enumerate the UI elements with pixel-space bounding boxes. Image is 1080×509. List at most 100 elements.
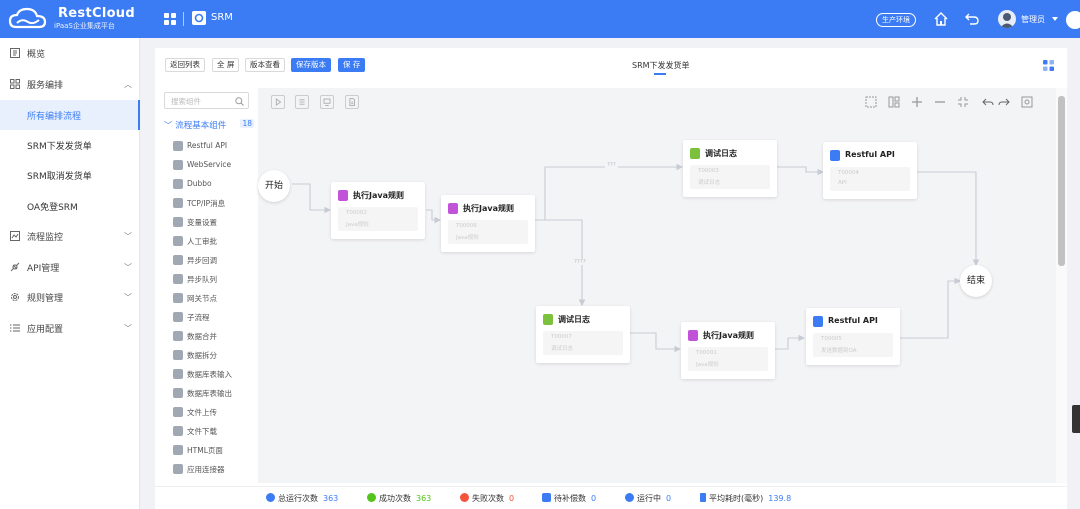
palette-item-html[interactable]: HTML页面 (173, 444, 253, 458)
component-group-count: 18 (240, 119, 254, 128)
node-title: 执行Java规则 (703, 331, 754, 340)
sidebar-item-overview[interactable]: 概览 (0, 38, 140, 68)
home-icon[interactable] (933, 11, 949, 27)
monitor-icon (10, 231, 20, 241)
sidebar-sub-item-srm-cancel[interactable]: SRM取消发货单 (0, 160, 140, 190)
total-runs-icon (266, 493, 275, 502)
connector-icon (173, 464, 183, 474)
sidebar-sub-item-label: SRM下发发货单 (27, 142, 92, 152)
flow-node-java-rule[interactable]: 执行Java规则 T00006 Java规则 (441, 195, 535, 252)
palette-item-variable[interactable]: 变量设置 (173, 216, 253, 230)
connector-line (534, 163, 684, 221)
sidebar-item-label: API管理 (27, 264, 60, 274)
palette-item-subflow[interactable]: 子流程 (173, 311, 253, 325)
flow-node-java-rule[interactable]: 执行Java规则 T00002 Java规则 (331, 182, 425, 239)
avatar[interactable] (998, 10, 1016, 28)
palette-item-gateway[interactable]: 网关节点 (173, 292, 253, 306)
app-icon (192, 11, 206, 25)
palette-item-label: 异步队列 (187, 275, 217, 284)
fullscreen-button[interactable]: 全 屏 (212, 58, 240, 72)
stat-label: 待补偿数 (554, 494, 586, 503)
palette-item-file-upload[interactable]: 文件上传 (173, 406, 253, 420)
end-node[interactable]: 结束 (960, 265, 992, 297)
palette-item-label: 应用连接器 (187, 465, 225, 474)
vertical-scrollbar[interactable] (1056, 88, 1067, 483)
palette-item-file-download[interactable]: 文件下载 (173, 425, 253, 439)
assistant-icon[interactable] (1064, 9, 1080, 31)
edge-label[interactable]: ???? (572, 259, 588, 265)
palette-item-webservice[interactable]: WebService (173, 159, 253, 173)
palette-item-tcp[interactable]: TCP/IP消息 (173, 197, 253, 211)
flow-designer-panel: 返回列表 全 屏 版本查看 保存版本 保 存 SRM下发发货单 搜索组件 ﹀ 流… (155, 48, 1067, 509)
flow-node-debug-log[interactable]: 调试日志 T00003 调试日志 (683, 140, 777, 197)
back-arrow-icon[interactable] (964, 11, 980, 27)
side-drawer-handle[interactable] (1072, 405, 1080, 433)
palette-item-label: Dubbo (187, 179, 212, 188)
palette-item-label: 异步回调 (187, 256, 217, 265)
env-badge[interactable]: 生产环境 (876, 13, 916, 27)
flow-node-restful-api[interactable]: Restful API T00004 API (823, 142, 917, 199)
sidebar-item-monitor[interactable]: 流程监控 ﹀ (0, 221, 140, 251)
check-circle-icon (367, 493, 376, 502)
palette-item-async-queue[interactable]: 异步队列 (173, 273, 253, 287)
sidebar-item-rules[interactable]: 规则管理 ﹀ (0, 282, 140, 312)
flow-connectors (292, 163, 980, 353)
edge-label[interactable]: ??? (605, 162, 618, 168)
chevron-down-icon: ﹀ (164, 121, 173, 131)
connector-line (777, 166, 825, 176)
filter-icon (542, 493, 551, 502)
flow-node-debug-log[interactable]: 调试日志 T00007 调试日志 (536, 306, 630, 363)
palette-item-dubbo[interactable]: Dubbo (173, 178, 253, 192)
palette-item-label: 文件上传 (187, 408, 217, 417)
chevron-up-icon: ︿ (124, 80, 132, 89)
user-icon (173, 236, 183, 246)
sidebar-item-api[interactable]: API管理 ﹀ (0, 252, 140, 282)
chevron-down-icon[interactable] (1052, 17, 1058, 21)
node-id: T00004 (838, 170, 859, 176)
save-button[interactable]: 保 存 (338, 58, 366, 72)
start-node[interactable]: 开始 (258, 170, 290, 202)
stat-value: 0 (509, 494, 515, 503)
palette-item-db-input[interactable]: 数据库表输入 (173, 368, 253, 382)
palette-item-restful-api[interactable]: Restful API (173, 140, 253, 154)
flow-node-java-rule[interactable]: 执行Java规则 T00001 Java规则 (681, 322, 775, 379)
flow-node-restful-api[interactable]: Restful API T00005 发送数据到OA (806, 308, 900, 365)
user-name[interactable]: 管理员 (1021, 14, 1045, 25)
node-title: 执行Java规则 (463, 204, 514, 213)
component-group-header[interactable]: ﹀ 流程基本组件 18 (164, 119, 254, 131)
merge-icon (173, 331, 183, 341)
sidebar-sub-item-all-flows[interactable]: 所有编排流程 (0, 100, 140, 130)
search-icon[interactable] (235, 97, 244, 106)
node-body: T00006 Java规则 (448, 220, 528, 244)
component-group-label: 流程基本组件 (175, 121, 227, 131)
scrollbar-thumb[interactable] (1058, 96, 1065, 266)
sidebar-sub-item-oa-sso[interactable]: OA免登SRM (0, 191, 140, 221)
palette-item-async-callback[interactable]: 异步回调 (173, 254, 253, 268)
layout-grid-icon[interactable] (1043, 60, 1054, 71)
sidebar-sub-item-srm-dispatch[interactable]: SRM下发发货单 (0, 130, 140, 160)
stat-failed: 失败次数 0 (460, 493, 514, 504)
save-version-button[interactable]: 保存版本 (291, 58, 331, 72)
version-view-button[interactable]: 版本查看 (245, 58, 285, 72)
palette-item-data-split[interactable]: 数据拆分 (173, 349, 253, 363)
palette-item-data-merge[interactable]: 数据合并 (173, 330, 253, 344)
palette-item-db-output[interactable]: 数据库表输出 (173, 387, 253, 401)
flow-title: SRM下发发货单 (632, 61, 690, 70)
node-title: 调试日志 (558, 315, 590, 324)
back-to-list-button[interactable]: 返回列表 (165, 58, 205, 72)
sidebar-item-app-config[interactable]: 应用配置 ﹀ (0, 313, 140, 343)
apps-grid-icon[interactable] (164, 13, 176, 25)
sidebar-item-label: 流程监控 (27, 233, 64, 243)
flow-canvas[interactable]: ??? ???? 开始 结束 执行Java规则 T00002 Java规则 执行J… (258, 88, 1056, 483)
sidebar-item-orchestration[interactable]: 服务编排 ︿ (0, 69, 140, 99)
node-title: Restful API (828, 316, 878, 325)
palette-item-label: 人工审批 (187, 237, 217, 246)
palette-item-label: 变量设置 (187, 218, 217, 227)
palette-item-connector[interactable]: 应用连接器 (173, 463, 253, 477)
palette-item-approval[interactable]: 人工审批 (173, 235, 253, 249)
sidebar-item-label: 规则管理 (27, 294, 64, 304)
node-type: 调试日志 (551, 346, 574, 352)
chevron-down-icon: ﹀ (124, 293, 132, 302)
stat-label: 运行中 (637, 494, 661, 503)
upload-icon (173, 407, 183, 417)
